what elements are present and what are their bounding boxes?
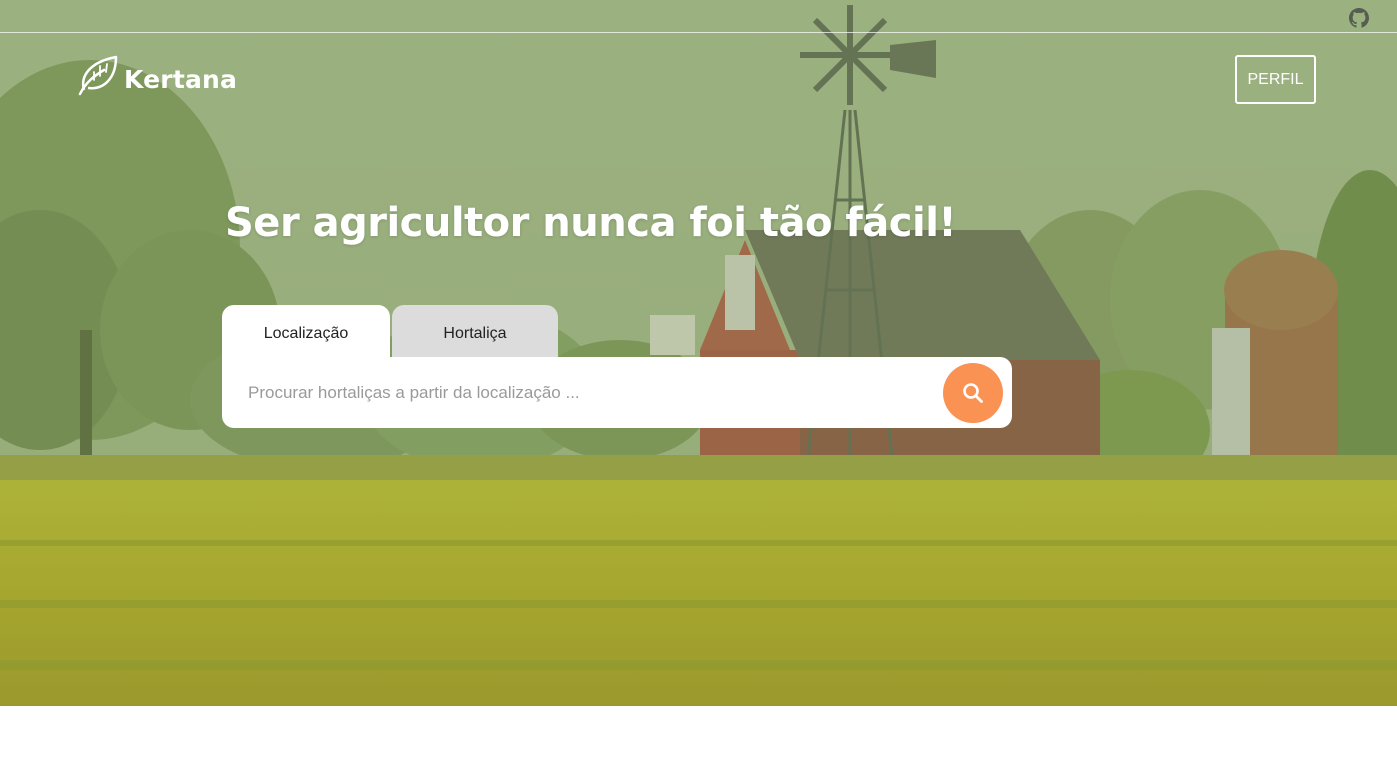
leaf-icon	[78, 55, 118, 96]
profile-button[interactable]: PERFIL	[1235, 55, 1316, 104]
search-box	[222, 357, 1012, 428]
github-icon[interactable]	[1349, 8, 1369, 28]
search-button[interactable]	[943, 363, 1003, 423]
topbar-divider	[0, 32, 1397, 33]
search-input[interactable]	[246, 375, 940, 411]
brand-logo[interactable]: Kertana	[76, 54, 237, 98]
hero-banner	[0, 0, 1397, 706]
tab-location[interactable]: Localização	[222, 305, 390, 365]
brand-name: Kertana	[124, 64, 238, 94]
search-icon	[963, 383, 983, 403]
hero-headline: Ser agricultor nunca foi tão fácil!	[225, 200, 957, 246]
tab-vegetable[interactable]: Hortaliça	[392, 305, 558, 365]
hero-color-overlay	[0, 0, 1397, 706]
